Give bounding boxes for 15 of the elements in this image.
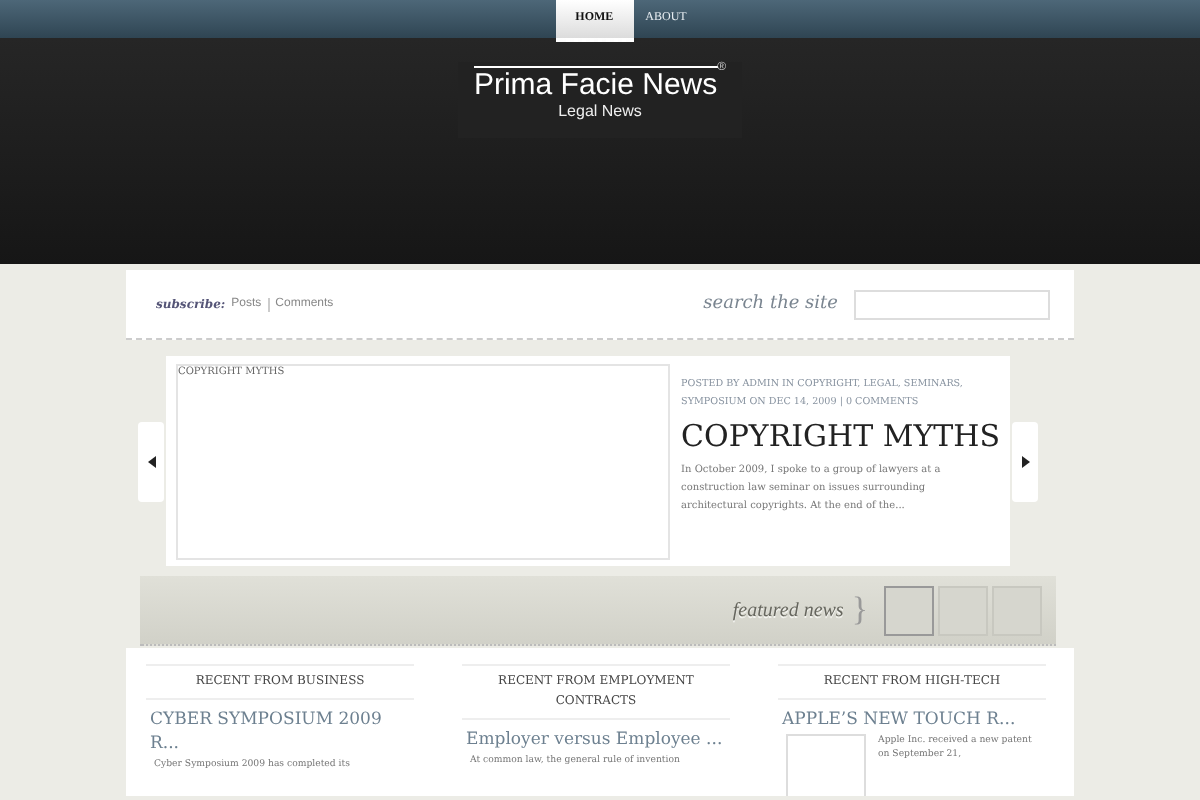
brace-mark: } [851, 590, 868, 630]
post-title[interactable]: Employer versus Employee ... [466, 728, 726, 752]
site-title: Prima Facie News [473, 66, 718, 102]
search-field[interactable] [854, 289, 1050, 319]
search-label: search the site [703, 294, 838, 314]
featured-label: featured news [732, 599, 844, 621]
next-button[interactable] [1012, 421, 1038, 501]
site-tagline: Legal News [558, 102, 642, 120]
previous-button[interactable] [138, 421, 164, 501]
post-title[interactable]: COPYRIGHT MYTHS [681, 418, 1000, 454]
left-arrow-icon [147, 455, 155, 467]
right-arrow-icon [1021, 455, 1029, 467]
featured-thumbnail[interactable] [884, 585, 934, 635]
post-title[interactable]: CYBER SYMPOSIUM 2009 R... [150, 708, 410, 756]
post-title[interactable]: APPLE’S NEW TOUCH R... [782, 708, 1042, 732]
